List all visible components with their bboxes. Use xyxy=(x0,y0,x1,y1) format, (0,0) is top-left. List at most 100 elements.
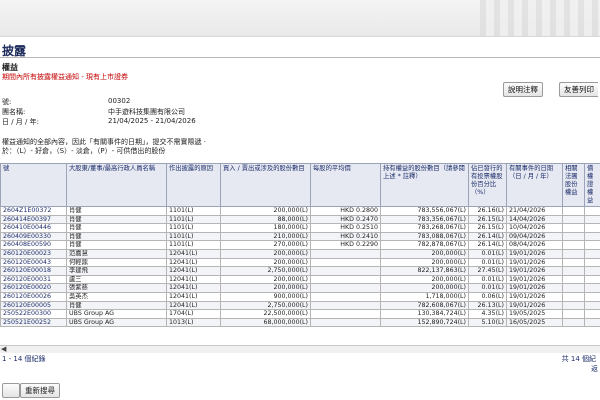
col-header-debentures: 債權證權益 xyxy=(584,163,600,207)
cell-percent: 0.06(L) xyxy=(468,291,507,302)
cell-name: 肖健 xyxy=(66,240,167,250)
cell-serial[interactable]: 2604Z1E00372 xyxy=(0,206,67,216)
cell-name: 范嘉慧 xyxy=(66,248,167,259)
period-notice: 期間內所有披露權益通知 - 現有上市證券 xyxy=(2,73,128,81)
info-label-company: 團名稱: xyxy=(2,108,26,116)
cell-debentures xyxy=(584,257,600,268)
cell-event-date: 19/05/2025 xyxy=(506,309,563,319)
cell-shares-held: 130,384,724(L) xyxy=(380,309,469,319)
table-row: 260409E00330 肖健 1101(L) 210,000(L) HKD 0.241… xyxy=(0,231,600,242)
col-header-reason: 作出披露的原因 xyxy=(166,163,221,207)
cell-shares-traded: 200,000(L) xyxy=(220,283,311,293)
cell-avg-price xyxy=(310,317,381,328)
col-header-shares-traded: 買入 / 賣出或涉及的股份數目 xyxy=(220,163,311,207)
cell-serial[interactable]: 260409E00330 xyxy=(0,231,67,242)
cell-event-date: 19/01/2026 xyxy=(506,257,563,268)
browser-top-banner xyxy=(0,0,600,37)
new-search-button[interactable]: 重新搜尋 xyxy=(20,383,60,398)
cell-avg-price xyxy=(310,309,381,319)
cell-serial[interactable]: 260120E00043 xyxy=(0,257,67,268)
table-row: 260120E00026 吳英杰 12041(L) 900,000(L) 1,718,0… xyxy=(0,291,600,302)
horizontal-scrollbar[interactable]: ◀ xyxy=(0,345,600,353)
cell-event-date: 19/01/2026 xyxy=(506,248,563,259)
cell-event-date: 09/04/2026 xyxy=(506,231,563,242)
cell-serial[interactable]: 260120E00023 xyxy=(0,248,67,259)
table-header-row: 號 大股東/董事/最高行政人員名稱 作出披露的原因 買入 / 賣出或涉及的股份數… xyxy=(0,163,600,207)
cell-percent: 26.14(L) xyxy=(468,240,507,250)
cell-shares-traded: 2,750,000(L) xyxy=(220,266,311,276)
cell-avg-price: HKD 0.2800 xyxy=(310,206,381,216)
cell-avg-price: HKD 0.2290 xyxy=(310,240,381,250)
cell-reason: 12041(L) xyxy=(166,291,221,302)
cell-reason: 1101(L) xyxy=(166,214,221,225)
cell-shares-traded: 88,000(L) xyxy=(220,214,311,225)
record-range: 1 - 14 個紀錄 xyxy=(2,355,46,363)
cell-percent: 26.14(L) xyxy=(468,231,507,242)
cell-serial[interactable]: 260414E00397 xyxy=(0,214,67,225)
cell-event-date: 08/04/2026 xyxy=(506,240,563,250)
cell-debentures xyxy=(584,266,600,276)
cell-avg-price: HKD 0.2470 xyxy=(310,214,381,225)
table-row: 2604Z1E00372 肖健 1101(L) 200,000(L) HKD 0.280… xyxy=(0,206,600,216)
cell-shares-traded: 900,000(L) xyxy=(220,291,311,302)
print-friendly-button[interactable]: 友善列印 xyxy=(559,82,598,97)
cell-debentures xyxy=(584,223,600,233)
cell-avg-price xyxy=(310,266,381,276)
cell-event-date: 19/01/2026 xyxy=(506,274,563,285)
cell-serial[interactable]: 260120E00031 xyxy=(0,274,67,285)
cell-shares-held: 152,890,724(L) xyxy=(380,317,469,328)
info-label-code: 號: xyxy=(2,98,12,106)
col-header-name: 大股東/董事/最高行政人員名稱 xyxy=(66,163,167,207)
table-row: 250522E00300 UBS Group AG 1704(L) 22,500,00… xyxy=(0,309,600,319)
cell-shares-held: 200,000(L) xyxy=(380,274,469,285)
cell-debentures xyxy=(584,248,600,259)
cell-serial[interactable]: 260410E00446 xyxy=(0,223,67,233)
cell-reason: 12041(L) xyxy=(166,248,221,259)
cell-assoc-corp xyxy=(562,240,585,250)
col-header-event-date: 有關事件的日期（日 / 月 / 年） xyxy=(506,163,563,207)
cell-serial[interactable]: 260120E00018 xyxy=(0,266,67,276)
cell-shares-traded: 180,000(L) xyxy=(220,223,311,233)
cell-event-date: 16/05/2025 xyxy=(506,317,563,328)
cell-serial[interactable]: 260120E00005 xyxy=(0,300,67,311)
cell-shares-held: 1,718,000(L) xyxy=(380,291,469,302)
cell-avg-price: HKD 0.2410 xyxy=(310,231,381,242)
cell-name: 肖健 xyxy=(66,300,167,311)
col-header-avg-price: 每股的平均價 xyxy=(310,163,381,207)
cell-debentures xyxy=(584,300,600,311)
scroll-left-icon[interactable]: ◀ xyxy=(1,345,6,353)
cell-percent: 5.10(L) xyxy=(468,317,507,328)
back-button[interactable] xyxy=(2,383,20,398)
title-divider xyxy=(0,57,600,58)
info-label-date: 日 / 月 / 年: xyxy=(2,118,39,126)
help-notes-button[interactable]: 說明注釋 xyxy=(503,82,543,97)
return-link[interactable]: 返 xyxy=(591,364,598,374)
cell-avg-price xyxy=(310,283,381,293)
cell-name: 張紫慈 xyxy=(66,283,167,293)
table-row: 260120E00020 張紫慈 12041(L) 200,000(L) 200,000… xyxy=(0,283,600,293)
cell-event-date: 21/04/2026 xyxy=(506,206,563,216)
table-row: 260120E00005 肖健 12041(L) 2,750,000(L) 782,60… xyxy=(0,300,600,311)
cell-debentures xyxy=(584,206,600,216)
cell-event-date: 19/01/2026 xyxy=(506,266,563,276)
info-value-company: 中手遊科技集團有限公司 xyxy=(108,108,185,116)
cell-serial[interactable]: 250521E00252 xyxy=(0,317,67,328)
cell-reason: 12041(L) xyxy=(166,283,221,293)
cell-shares-held: 200,000(L) xyxy=(380,283,469,293)
cell-name: 肖健 xyxy=(66,214,167,225)
cell-serial[interactable]: 260120E00026 xyxy=(0,291,67,302)
cell-shares-held: 783,088,067(L) xyxy=(380,231,469,242)
cell-percent: 0.01(L) xyxy=(468,248,507,259)
cell-avg-price xyxy=(310,257,381,268)
cell-serial[interactable]: 260408E00590 xyxy=(0,240,67,250)
cell-shares-held: 783,556,067(L) xyxy=(380,206,469,216)
cell-shares-traded: 68,000,000(L) xyxy=(220,317,311,328)
cell-serial[interactable]: 260120E00020 xyxy=(0,283,67,293)
cell-serial[interactable]: 250522E00300 xyxy=(0,309,67,319)
cell-assoc-corp xyxy=(562,283,585,293)
cell-percent: 26.15(L) xyxy=(468,214,507,225)
cell-shares-traded: 2,750,000(L) xyxy=(220,300,311,311)
cell-percent: 0.01(L) xyxy=(468,283,507,293)
cell-assoc-corp xyxy=(562,266,585,276)
cell-debentures xyxy=(584,283,600,293)
